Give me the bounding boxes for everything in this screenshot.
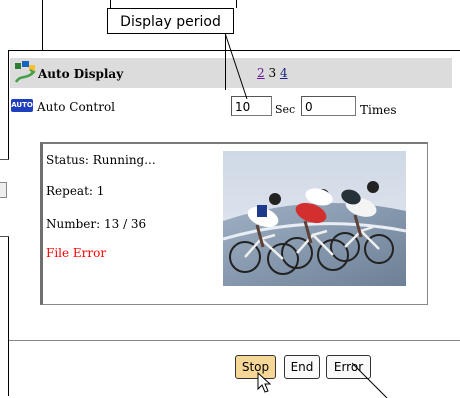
end-button[interactable]: End [284,355,320,379]
status-text: Status: Running... [46,153,156,167]
error-text: File Error [46,246,107,260]
error-callout-leader [352,362,388,398]
page-links: 2 3 4 [257,66,288,80]
page-link-2[interactable]: 2 [257,66,265,80]
period-unit-label: Sec [275,103,296,116]
callout-frame-right-line [236,0,237,8]
button-separator [9,340,460,341]
page-link-3-current: 3 [268,66,277,80]
auto-control-label: Auto Control [37,100,116,114]
repeat-count-input[interactable]: 0 [301,96,356,116]
display-period-callout: Display period [107,8,234,34]
displayed-image [223,151,406,286]
callout-frame-left-line [110,0,111,8]
repeat-text: Repeat: 1 [46,184,105,198]
callout-leader-left-line [42,0,43,50]
cyclists-photo [223,151,406,286]
auto-control-icon: AUTO [11,99,33,112]
repeat-unit-label: Times [360,103,397,117]
callout-pointer-diagonal [224,33,248,100]
background-window-fragment [0,159,9,237]
auto-display-icon [14,61,36,83]
number-text: Number: 13 / 36 [46,217,147,231]
background-button-fragment [0,182,7,198]
page-title: Auto Display [38,67,124,81]
page-link-4[interactable]: 4 [280,66,288,80]
mouse-pointer-icon [257,372,272,393]
